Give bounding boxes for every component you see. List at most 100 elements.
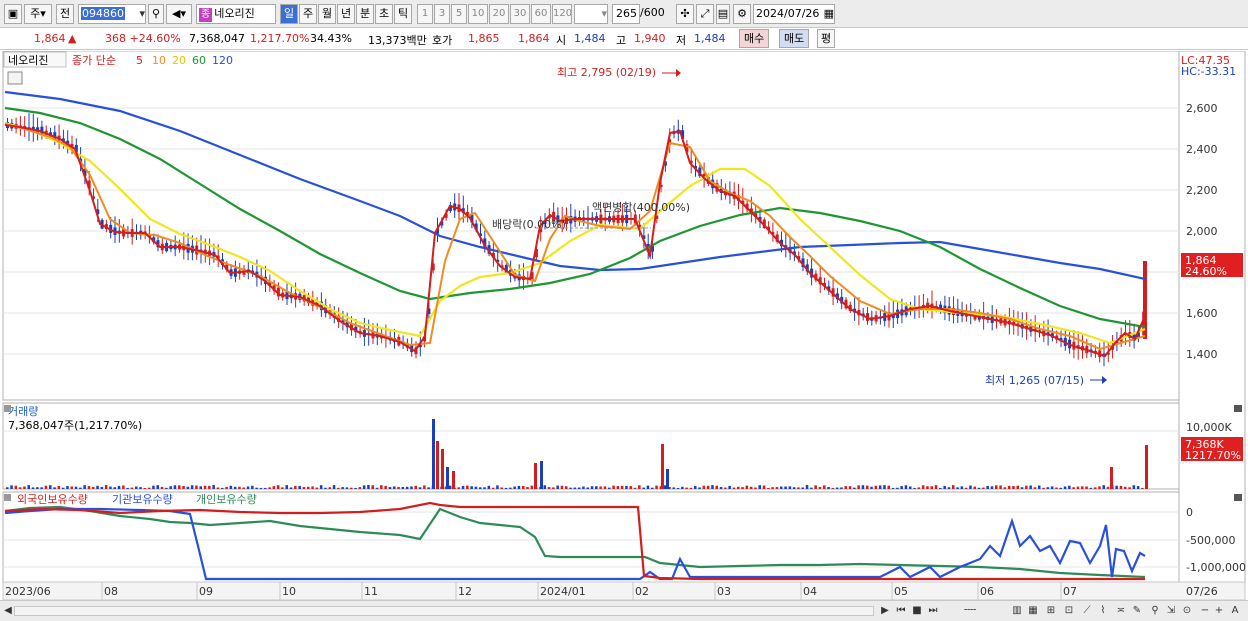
- volume-spike: [1145, 445, 1148, 489]
- volume-bar: [762, 485, 766, 489]
- period-month[interactable]: 월: [318, 4, 336, 24]
- first-page-icon[interactable]: ⏮: [894, 604, 908, 618]
- volume-bar: [457, 487, 460, 489]
- last-page-icon[interactable]: ⏭: [926, 604, 940, 618]
- font-size-icon[interactable]: A: [1228, 604, 1242, 618]
- panel-menu-icon[interactable]: [7, 71, 23, 85]
- price-panel: [2, 50, 1180, 401]
- volume-bar: [384, 485, 387, 489]
- volume-bar: [526, 487, 529, 489]
- calendar-icon[interactable]: ▦: [824, 5, 834, 23]
- volume-bar: [380, 485, 383, 489]
- save-icon[interactable]: ▤: [716, 4, 730, 24]
- volume-bar: [414, 485, 417, 489]
- text-tool-icon[interactable]: ✎: [1130, 604, 1144, 618]
- volume-bar: [655, 485, 658, 489]
- scroll-left-icon[interactable]: ◀: [1, 604, 15, 618]
- interval-20[interactable]: 20: [489, 4, 509, 24]
- period-year[interactable]: 년: [337, 4, 355, 24]
- volume-bar: [328, 487, 331, 489]
- interval-30[interactable]: 30: [510, 4, 530, 24]
- volume-bar: [44, 485, 48, 489]
- volume-bar: [479, 487, 482, 489]
- period-day[interactable]: 일: [280, 4, 298, 24]
- interval-custom[interactable]: ▾: [574, 4, 608, 24]
- volume-bar: [982, 487, 985, 489]
- period-second[interactable]: 초: [375, 4, 393, 24]
- fib-icon[interactable]: ≍: [1114, 604, 1128, 618]
- volume-bar: [638, 485, 641, 489]
- volume-bar: [18, 487, 22, 489]
- interval-5[interactable]: 5: [451, 4, 467, 24]
- volume-bar: [393, 486, 396, 489]
- zoom-in-icon[interactable]: +: [1212, 604, 1226, 618]
- volume-bar: [642, 487, 645, 489]
- magnifier-icon[interactable]: ⚲: [1148, 604, 1162, 618]
- bottom-toolbar: ◀ ▶ ⏮ ■ ⏭ ╌╌ ▥ ▦ ⊞ ⊡ ⟋ ⌇ ≍ ✎ ⚲ ⇲ ⊙ − + A: [0, 600, 1248, 621]
- hold-ytick-500k: -500,000: [1186, 534, 1235, 547]
- ma-legend-5: 5: [136, 54, 143, 67]
- search-icon[interactable]: ⚲: [148, 4, 164, 24]
- stock-name-field[interactable]: 종 네오리진: [196, 4, 276, 24]
- volume-bar: [504, 487, 508, 489]
- table-icon[interactable]: ⊞: [1044, 604, 1058, 618]
- annot-split: 액면병합(400.00%): [592, 201, 690, 214]
- speaker-icon[interactable]: ◀▾: [166, 4, 192, 24]
- stop-icon[interactable]: ■: [910, 604, 924, 618]
- volume-bar: [741, 487, 744, 489]
- interval-3[interactable]: 3: [434, 4, 450, 24]
- interval-1[interactable]: 1: [417, 4, 433, 24]
- volume-bar: [681, 486, 684, 489]
- price-change: 368 +24.60%: [105, 32, 181, 45]
- last-vol-pct: 1217.70%: [1185, 449, 1241, 462]
- interval-10[interactable]: 10: [468, 4, 488, 24]
- interval-120[interactable]: 120: [552, 4, 572, 24]
- volume-bar: [522, 486, 525, 489]
- grid-icon[interactable]: ▦: [1026, 604, 1040, 618]
- prev-button[interactable]: 전: [56, 4, 74, 24]
- resize-icon[interactable]: ⤢: [696, 4, 714, 24]
- xlabel-5: 12: [458, 585, 472, 598]
- interval-60[interactable]: 60: [531, 4, 551, 24]
- period-week[interactable]: 주: [299, 4, 317, 24]
- volume-panel-handle[interactable]: [4, 405, 11, 412]
- crosshair-icon[interactable]: ✣: [676, 4, 694, 24]
- avg-button[interactable]: 평: [817, 29, 836, 48]
- holding-close-icon[interactable]: [1234, 494, 1242, 501]
- volume-bar: [221, 487, 224, 489]
- count-input[interactable]: 265: [612, 4, 640, 24]
- period-tick[interactable]: 틱: [394, 4, 412, 24]
- stock-code-input[interactable]: 094860 ▾: [78, 4, 146, 24]
- horizontal-scrollbar[interactable]: [14, 606, 874, 616]
- volume-bar: [1124, 486, 1127, 489]
- volume-bar: [285, 485, 288, 489]
- lock-icon[interactable]: ⊡: [1062, 604, 1076, 618]
- volume-bar: [694, 486, 697, 489]
- annot-low: 최저 1,265 (07/15): [985, 374, 1084, 387]
- zoom-slider[interactable]: ╌╌: [950, 604, 990, 618]
- vol-ytick: 10,000K: [1186, 421, 1232, 434]
- gear-icon[interactable]: ⚙: [733, 4, 751, 24]
- bar-chart-icon[interactable]: ▥: [1010, 604, 1024, 618]
- chart-area[interactable]: 네오리진 종가 단순 5 10 20 60 120 최고 2,795 (02/1…: [0, 50, 1248, 601]
- draw-line-icon[interactable]: ⟋: [1080, 604, 1094, 618]
- volume-bar: [178, 485, 181, 489]
- ruler-icon[interactable]: ⇲: [1164, 604, 1178, 618]
- volume-bar: [233, 486, 237, 489]
- holding-panel-handle[interactable]: [4, 494, 11, 501]
- volume-bar: [547, 487, 551, 489]
- volume-bar: [1141, 487, 1144, 489]
- mode-select[interactable]: 주▾: [24, 4, 52, 24]
- buy-button[interactable]: 매수: [739, 29, 770, 48]
- volume-bar: [758, 485, 761, 489]
- pin-icon[interactable]: ⊙: [1180, 604, 1194, 618]
- scroll-right-icon[interactable]: ▶: [878, 604, 892, 618]
- date-input[interactable]: 2024/07/26 ▦: [753, 4, 835, 24]
- draw-tool-icon[interactable]: ⌇: [1096, 604, 1110, 618]
- period-minute[interactable]: 분: [356, 4, 374, 24]
- volume-close-icon[interactable]: [1234, 405, 1242, 412]
- layout-icon[interactable]: ▣: [4, 4, 22, 24]
- sell-button[interactable]: 매도: [779, 29, 810, 48]
- zoom-out-icon[interactable]: −: [1198, 604, 1212, 618]
- volume-bar: [358, 487, 362, 489]
